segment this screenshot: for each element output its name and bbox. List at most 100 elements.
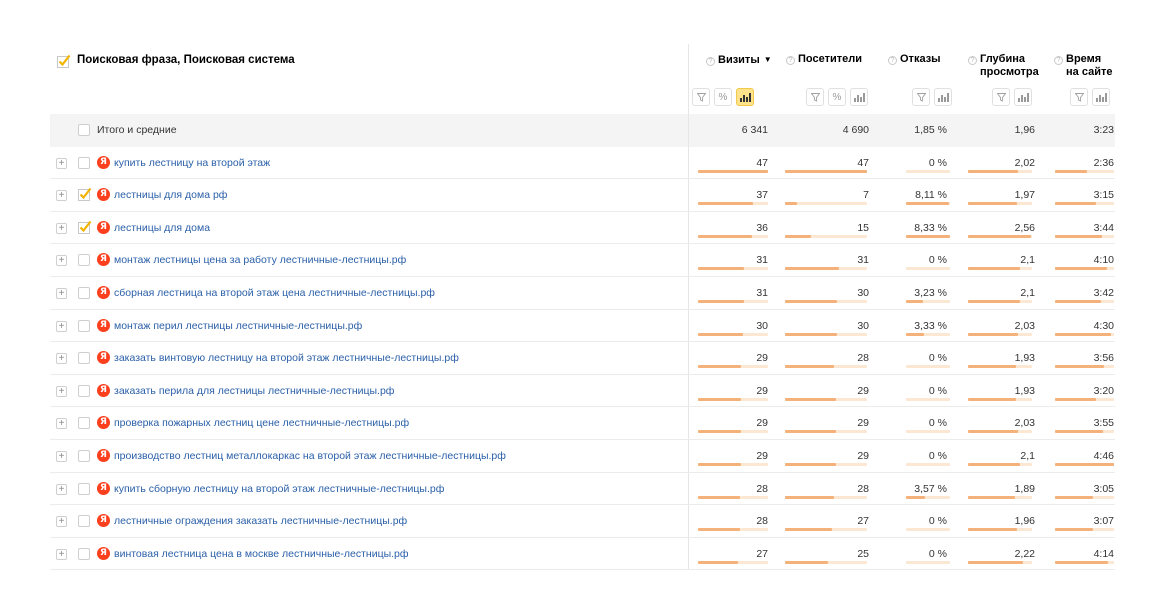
row-checkbox[interactable] (78, 254, 90, 267)
help-icon[interactable]: ? (968, 56, 977, 65)
yandex-search-icon: Я (97, 253, 110, 267)
bar-chart-icon[interactable] (1014, 88, 1032, 106)
visitors-value: 7 (863, 189, 869, 202)
bounces-bar-track (906, 299, 950, 303)
filter-icon[interactable] (992, 88, 1010, 106)
time-bar-track (1055, 365, 1114, 369)
depth-value: 2,1 (1020, 449, 1035, 462)
bounces-value: 8,33 % (914, 221, 947, 234)
expand-icon[interactable]: + (56, 385, 67, 397)
totals-checkbox[interactable] (78, 124, 90, 136)
filter-icon[interactable] (912, 88, 930, 106)
dimension-title[interactable]: Поисковая фраза, Поисковая система (77, 54, 295, 66)
bounces-bar-track (906, 202, 950, 206)
column-label-line1: Время (1066, 53, 1102, 65)
expand-icon[interactable]: + (56, 287, 67, 299)
expand-icon[interactable]: + (56, 353, 67, 365)
row-checkbox[interactable] (78, 156, 90, 169)
row-checkbox[interactable] (78, 482, 90, 495)
search-phrase-link[interactable]: купить сборную лестницу на второй этаж л… (114, 483, 444, 495)
expand-icon[interactable]: + (56, 190, 67, 202)
search-phrase-link[interactable]: заказать винтовую лестницу на второй эта… (114, 352, 459, 364)
help-icon[interactable]: ? (1054, 56, 1063, 65)
row-checkbox[interactable] (78, 286, 90, 299)
column-tools: % (806, 88, 868, 106)
depth-bar-fill (968, 365, 1016, 369)
depth-bar-track (968, 299, 1032, 303)
column-title-time[interactable]: ? Время на сайте (1054, 53, 1112, 79)
search-phrase-link[interactable]: заказать перила для лестницы лестничные-… (114, 385, 394, 397)
bar-chart-icon[interactable] (934, 88, 952, 106)
expand-icon[interactable]: + (56, 222, 67, 234)
bar-chart-icon[interactable] (1092, 88, 1110, 106)
visits-bar-fill (698, 397, 742, 401)
row-checkbox-checked[interactable] (78, 220, 92, 234)
visits-value: 47 (756, 156, 768, 169)
visitors-bar-fill (785, 202, 798, 206)
expand-icon[interactable]: + (56, 516, 67, 528)
visits-bar-track (698, 365, 768, 369)
expand-icon[interactable]: + (56, 320, 67, 332)
select-all-checkbox[interactable] (57, 54, 71, 68)
search-phrase-link[interactable]: производство лестниц металлокаркас на вт… (114, 450, 506, 462)
bounces-bar-fill (906, 234, 950, 238)
expand-icon[interactable]: + (56, 450, 67, 462)
help-icon[interactable]: ? (706, 57, 715, 66)
visitors-bar-fill (785, 528, 832, 532)
column-title-visits[interactable]: ? Визиты ▼ (706, 53, 772, 67)
search-phrase-link[interactable]: проверка пожарных лестниц цене лестничны… (114, 417, 409, 429)
row-checkbox[interactable] (78, 319, 90, 332)
column-title-bounces[interactable]: ? Отказы (888, 53, 941, 66)
filter-icon[interactable] (806, 88, 824, 106)
expand-icon[interactable]: + (56, 548, 67, 560)
help-icon[interactable]: ? (786, 56, 795, 65)
sort-desc-icon[interactable]: ▼ (764, 55, 772, 64)
column-title-depth[interactable]: ? Глубина просмотра (968, 53, 1039, 79)
table-row: + Ямонтаж лестницы цена за работу лестнич… (50, 244, 1115, 277)
yandex-search-icon: Я (97, 318, 110, 332)
bounces-bar-fill (906, 202, 949, 206)
visitors-bar-fill (785, 299, 838, 303)
depth-bar-fill (968, 462, 1020, 466)
search-phrase-link[interactable]: лестницы для дома (114, 222, 210, 234)
depth-value: 2,03 (1014, 319, 1035, 332)
bar-chart-icon[interactable] (850, 88, 868, 106)
row-checkbox[interactable] (78, 515, 90, 528)
search-phrase-link[interactable]: монтаж перил лестницы лестничные-лестниц… (114, 320, 362, 332)
filter-icon[interactable] (692, 88, 710, 106)
expand-icon[interactable]: + (56, 255, 67, 267)
depth-bar-track (968, 267, 1032, 271)
search-phrase-link[interactable]: винтовая лестница цена в москве лестничн… (114, 548, 409, 560)
column-divider (688, 211, 689, 244)
filter-icon[interactable] (1070, 88, 1088, 106)
row-checkbox[interactable] (78, 352, 90, 365)
expand-icon[interactable]: + (56, 418, 67, 430)
percent-icon[interactable]: % (828, 88, 846, 106)
search-phrase-link[interactable]: монтаж лестницы цена за работу лестничны… (114, 254, 406, 266)
visitors-value: 47 (857, 156, 869, 169)
percent-icon[interactable]: % (714, 88, 732, 106)
expand-icon[interactable]: + (56, 483, 67, 495)
row-checkbox[interactable] (78, 547, 90, 560)
yandex-search-icon: Я (97, 546, 110, 560)
expand-icon[interactable]: + (56, 157, 67, 169)
column-divider (688, 309, 689, 342)
row-checkbox-checked[interactable] (78, 187, 92, 202)
search-phrase-link[interactable]: сборная лестница на второй этаж цена лес… (114, 287, 435, 299)
search-phrase-link[interactable]: лестницы для дома рф (114, 189, 227, 201)
table-row: + Ялестницы для дома 36 15 8,33 % 2,56 3:44 (50, 211, 1115, 245)
help-icon[interactable]: ? (888, 56, 897, 65)
time-bar-fill (1055, 202, 1096, 206)
time-value: 3:05 (1093, 482, 1114, 495)
bounces-bar-track (906, 365, 950, 369)
row-checkbox[interactable] (78, 384, 90, 397)
column-title-visitors[interactable]: ? Посетители (786, 53, 862, 66)
phrase-cell: + Ямонтаж перил лестницы лестничные-лестн… (50, 310, 688, 342)
search-phrase-link[interactable]: купить лестницу на второй этаж (114, 157, 270, 169)
column-divider (688, 179, 689, 211)
search-phrase-link[interactable]: лестничные ограждения заказать лестничны… (114, 515, 407, 527)
row-checkbox[interactable] (78, 417, 90, 430)
bounces-bar-track (906, 397, 950, 401)
bar-chart-icon[interactable] (736, 88, 754, 106)
row-checkbox[interactable] (78, 449, 90, 462)
